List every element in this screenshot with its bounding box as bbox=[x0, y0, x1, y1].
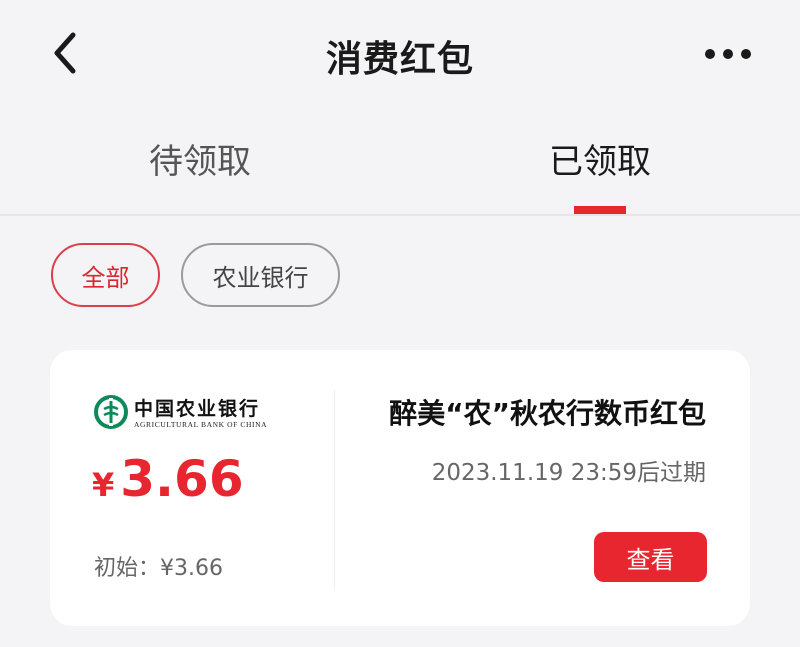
tab-divider bbox=[0, 214, 800, 216]
coupon-card: 中国农业银行 AGRICULTURAL BANK OF CHINA ¥3.66 … bbox=[50, 350, 750, 626]
abc-bank-logo-icon bbox=[94, 395, 128, 429]
page-title: 消费红包 bbox=[325, 39, 474, 80]
amount-value: 3.66 bbox=[120, 450, 244, 508]
coupon-amount: ¥3.66 bbox=[92, 450, 244, 508]
active-tab-indicator bbox=[574, 206, 626, 214]
header-bar: 消费红包 bbox=[0, 0, 800, 112]
filter-chip-all[interactable]: 全部 bbox=[51, 243, 160, 307]
tab-claimed[interactable]: 已领取 bbox=[500, 134, 700, 183]
bank-name-en: AGRICULTURAL BANK OF CHINA bbox=[134, 420, 268, 429]
currency-symbol: ¥ bbox=[92, 466, 115, 504]
tab-pending[interactable]: 待领取 bbox=[100, 134, 300, 183]
more-horizontal-icon bbox=[705, 49, 751, 59]
bank-name-cn: 中国农业银行 bbox=[134, 398, 261, 420]
card-separator bbox=[334, 390, 335, 590]
coupon-expiry: 2023.11.19 23:59后过期 bbox=[431, 460, 706, 486]
tab-bar: 待领取 已领取 bbox=[0, 112, 800, 214]
view-button[interactable]: 查看 bbox=[594, 532, 707, 582]
filter-chip-abc[interactable]: 农业银行 bbox=[181, 243, 340, 307]
coupon-title: 醉美“农”秋农行数币红包 bbox=[389, 397, 706, 430]
more-button[interactable] bbox=[700, 34, 756, 74]
initial-amount: 初始：¥3.66 bbox=[94, 556, 223, 581]
